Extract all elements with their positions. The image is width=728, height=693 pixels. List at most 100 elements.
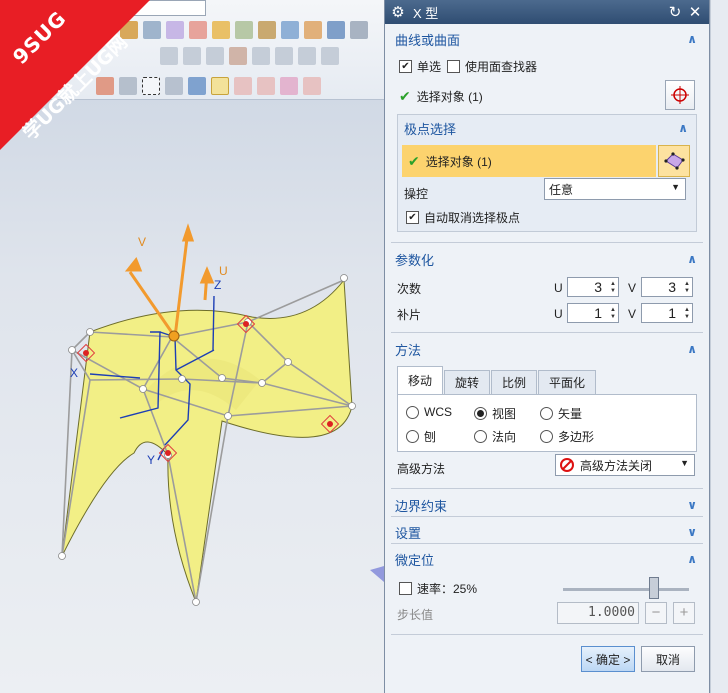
pole-polygon-icon (664, 152, 685, 170)
radio-label: 法向 (492, 430, 517, 444)
spin-up-icon[interactable]: ▲ (684, 281, 690, 287)
section-curves-header[interactable]: 曲线或曲面 ∧ (391, 28, 703, 50)
auto-deselect-label: 自动取消选择极点 (424, 211, 521, 225)
step-value-field[interactable]: 1.0000 (557, 602, 639, 624)
tab-rotate[interactable]: 旋转 (444, 370, 491, 394)
x-form-dialog: ⚙ X 型 ↻ ✕ 曲线或曲面 ∧ ✔ 单选 使用面查找器 ✔ 选择对象 (1)… (384, 0, 710, 693)
reset-icon[interactable]: ↻ (665, 3, 685, 21)
radio-label: 矢量 (558, 407, 583, 421)
manip-select[interactable]: 任意 ▼ (544, 178, 686, 200)
radio-polygon[interactable]: 多边形 (540, 428, 594, 445)
chevron-down-icon[interactable]: ∨ (687, 525, 697, 539)
radio-button[interactable] (406, 405, 419, 419)
radio-button[interactable] (406, 430, 419, 443)
radio-plane[interactable]: 刨 (406, 428, 436, 445)
tab-planarize[interactable]: 平面化 (538, 370, 597, 394)
tab-move[interactable]: 移动 (397, 366, 444, 394)
section-param-header[interactable]: 参数化 ∧ (391, 248, 703, 270)
radio-view[interactable]: 视图 (474, 405, 516, 422)
patch-u-spinner[interactable]: 1 ▲ ▼ (567, 303, 619, 323)
rate-slider-track[interactable] (563, 588, 689, 591)
patch-u-label: U (554, 307, 563, 321)
single-select-checkbox[interactable]: ✔ (399, 60, 412, 73)
chevron-down-icon[interactable]: ∨ (687, 498, 697, 512)
no-entry-icon (560, 458, 574, 472)
gear-icon[interactable]: ⚙ (387, 3, 409, 21)
dialog-title: X 型 (413, 5, 439, 21)
axis-label-u: U (219, 264, 228, 278)
rate-checkbox[interactable] (399, 582, 412, 595)
chevron-up-icon[interactable]: ∧ (687, 32, 697, 46)
close-icon[interactable]: ✕ (685, 3, 705, 21)
graphics-viewport[interactable]: 选择器条 V U Z X Y 9SUG 学UG就上UG网 (0, 0, 384, 693)
single-select-row: ✔ 单选 使用面查找器 (399, 58, 537, 75)
cancel-button[interactable]: 取消 (641, 646, 695, 672)
chevron-up-icon[interactable]: ∧ (687, 552, 697, 566)
crosshair-select-button[interactable] (665, 80, 695, 110)
ok-button[interactable]: < 确定 > (581, 646, 635, 672)
auto-deselect-checkbox[interactable]: ✔ (406, 211, 419, 224)
single-select-label: 单选 (417, 60, 442, 74)
radio-wcs[interactable]: WCS (406, 405, 452, 419)
radio-button[interactable] (474, 407, 487, 420)
radio-button[interactable] (540, 430, 553, 443)
manip-label: 操控 (404, 187, 429, 201)
chevron-up-icon[interactable]: ∧ (687, 342, 697, 356)
chevron-up-icon[interactable]: ∧ (687, 252, 697, 266)
dialog-titlebar: ⚙ X 型 ↻ ✕ (385, 0, 709, 24)
spin-down-icon[interactable]: ▼ (610, 288, 616, 294)
radio-button[interactable] (540, 407, 553, 420)
face-finder-checkbox[interactable] (447, 60, 461, 73)
crosshair-icon (671, 86, 689, 104)
separator (391, 543, 703, 544)
radio-button[interactable] (474, 430, 487, 443)
chevron-up-icon[interactable]: ∧ (678, 121, 688, 135)
degree-v-spinner[interactable]: 3 ▲ ▼ (641, 277, 693, 297)
section-curves-title: 曲线或曲面 (395, 32, 461, 48)
section-method-title: 方法 (395, 342, 422, 358)
select-object-label: 选择对象 (1) (416, 89, 483, 104)
radio-label: 刨 (424, 430, 437, 444)
selected-pole (168, 330, 180, 342)
patch-v-value: 1 (668, 305, 676, 321)
pole-selection-group: 极点选择 ∧ ✔ 选择对象 (1) 操控 任意 ▼ ✔ 自动取消选择极点 (397, 114, 697, 232)
spin-down-icon[interactable]: ▼ (610, 314, 616, 320)
surface-patch (61, 278, 353, 604)
section-fine-header[interactable]: 微定位 ∧ (391, 548, 703, 570)
degree-u-label: U (554, 281, 563, 295)
pole-filter-button[interactable] (658, 145, 690, 177)
manip-value: 任意 (549, 182, 574, 197)
separator (391, 332, 703, 333)
advanced-method-select[interactable]: 高级方法关闭 ▼ (555, 454, 695, 476)
view-triad-fragment (370, 566, 384, 582)
section-settings-header[interactable]: 设置 ∨ (391, 521, 703, 543)
spin-up-icon[interactable]: ▲ (684, 307, 690, 313)
spin-up-icon[interactable]: ▲ (610, 307, 616, 313)
auto-deselect-row: ✔ 自动取消选择极点 (406, 209, 520, 226)
section-pole-header[interactable]: 极点选择 ∧ (400, 117, 694, 139)
patch-v-spinner[interactable]: 1 ▲ ▼ (641, 303, 693, 323)
radio-normal[interactable]: 法向 (474, 428, 516, 445)
section-method-header[interactable]: 方法 ∧ (391, 338, 703, 360)
advanced-method-value: 高级方法关闭 (580, 458, 653, 473)
pole-select-object[interactable]: ✔ 选择对象 (1) (402, 145, 656, 177)
section-fine-title: 微定位 (395, 552, 435, 568)
separator (391, 242, 703, 243)
select-object-row[interactable]: ✔ 选择对象 (1) (399, 86, 483, 106)
degree-u-value: 3 (594, 279, 602, 295)
watermark-badge: 9SUG 学UG就上UG网 (0, 0, 150, 150)
axis-label-v: V (138, 235, 146, 249)
section-boundary-header[interactable]: 边界约束 ∨ (391, 494, 703, 516)
section-settings-title: 设置 (395, 525, 422, 541)
degree-u-spinner[interactable]: 3 ▲ ▼ (567, 277, 619, 297)
step-decrease-button[interactable]: − (645, 602, 667, 624)
spin-down-icon[interactable]: ▼ (684, 314, 690, 320)
spin-down-icon[interactable]: ▼ (684, 288, 690, 294)
radio-vector[interactable]: 矢量 (540, 405, 582, 422)
step-increase-button[interactable]: + (673, 602, 695, 624)
rate-label: 速率：25% (417, 582, 478, 596)
tab-scale[interactable]: 比例 (491, 370, 538, 394)
rate-slider-thumb[interactable] (649, 577, 659, 599)
section-pole-title: 极点选择 (404, 121, 457, 137)
spin-up-icon[interactable]: ▲ (610, 281, 616, 287)
